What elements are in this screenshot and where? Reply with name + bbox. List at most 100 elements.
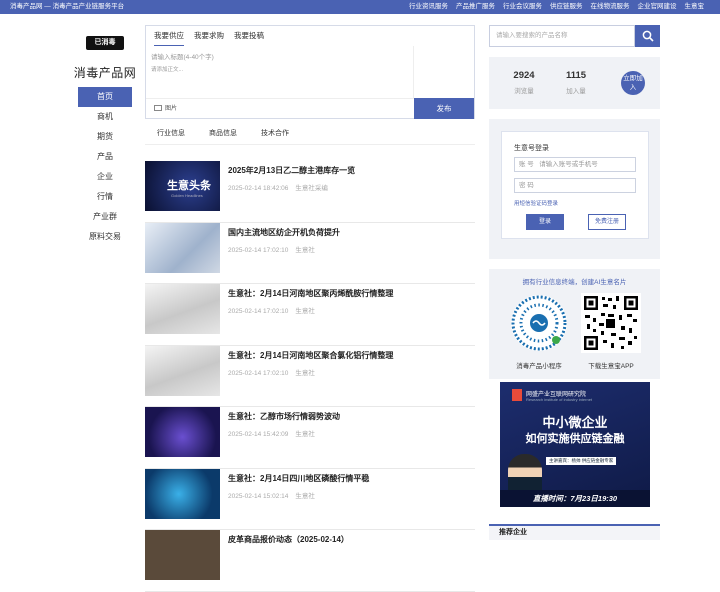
right-column: 请输入要搜索的产品名称 2924 浏览量 1115 加入量 立即加入 生意号登录 账…: [489, 25, 660, 379]
search-button[interactable]: [635, 25, 660, 47]
list-item[interactable]: 生意社：乙醇市场行情弱势波动 2025-02-14 15:42:09 生意社: [145, 407, 475, 469]
nav-item[interactable]: 行情: [70, 187, 140, 207]
miniprogram-qr-icon: [511, 295, 567, 351]
sidebar: 已消毒 消毒产品网 首页 商机 期货 产品 企业 行情 产业群 原料交易: [70, 26, 140, 247]
register-button[interactable]: 免费注册: [588, 214, 626, 230]
recommend-header: 推荐企业: [489, 524, 660, 540]
account-field[interactable]: 账 号 请输入账号或手机号: [514, 157, 636, 172]
login-panel: 生意号登录 账 号 请输入账号或手机号 密 码 用短信验证码登录 登录 免费注册: [489, 119, 660, 259]
qr-panel: 拥有行业信息终端，创建AI生意名片 消毒产品小程序 下载生意宝APP: [489, 269, 660, 379]
top-link[interactable]: 生意宝: [685, 0, 705, 14]
post-tabs: 我要供应 我要求购 我要投稿: [146, 26, 474, 46]
org-logo-icon: [512, 389, 522, 401]
news-meta: 2025-02-14 18:42:06 生意社采编: [228, 185, 328, 192]
login-button[interactable]: 登录: [526, 214, 564, 230]
search-bar: 请输入要搜索的产品名称: [489, 25, 660, 47]
top-bar: 消毒产品网 — 消毒产品产业链服务平台 行业资讯服务 产品推广服务 行业会议服务…: [0, 0, 720, 14]
top-link[interactable]: 行业会议服务: [503, 0, 542, 14]
news-title[interactable]: 生意社：2月14日四川地区磷酸行情平稳: [228, 473, 369, 484]
qr-title[interactable]: 拥有行业信息终端，创建AI生意名片: [489, 276, 660, 286]
news-thumbnail[interactable]: [145, 530, 220, 580]
tab-industry[interactable]: 行业信息: [157, 123, 185, 144]
tab-submit[interactable]: 我要投稿: [234, 26, 264, 46]
tab-tech[interactable]: 技术合作: [261, 123, 289, 144]
news-thumbnail[interactable]: 生意头条 Golden Headlines: [145, 161, 220, 211]
login-title: 生意号登录: [514, 145, 549, 152]
main-nav: 首页 商机 期货 产品 企业 行情 产业群 原料交易: [70, 87, 140, 247]
nav-item[interactable]: 产业群: [70, 207, 140, 227]
join-button[interactable]: 立即加入: [621, 71, 645, 95]
news-meta: 2025-02-14 17:02:10 生意社: [228, 369, 315, 377]
search-icon: [642, 30, 654, 42]
news-thumbnail[interactable]: [145, 468, 220, 519]
news-title[interactable]: 国内主流地区纺企开机负荷提升: [228, 227, 340, 238]
news-thumbnail[interactable]: [145, 407, 220, 457]
list-item[interactable]: 生意社：2月14日四川地区磷酸行情平稳 2025-02-14 15:02:14 生…: [145, 468, 475, 530]
site-tagline: 消毒产品网 — 消毒产品产业链服务平台: [10, 3, 125, 10]
banner-org-en: Research institute of industry internet: [526, 397, 593, 402]
post-textarea[interactable]: 请输入标题(4-40个字) 请添加正文...: [146, 46, 414, 98]
site-name: 消毒产品网: [73, 66, 137, 80]
joins-stat: 1115 加入量: [565, 70, 587, 95]
nav-item[interactable]: 企业: [70, 167, 140, 187]
nav-item[interactable]: 产品: [70, 147, 140, 167]
image-icon: [154, 105, 162, 112]
banner-line2: 如何实施供应链金融: [525, 433, 625, 445]
news-title[interactable]: 生意社：2月14日河南地区聚合氯化铝行情整理: [228, 350, 393, 361]
news-tabs: 行业信息 商品信息 技术合作: [145, 123, 475, 145]
news-title[interactable]: 生意社：2月14日河南地区聚丙烯酰胺行情整理: [228, 288, 393, 299]
news-meta: 2025-02-14 15:02:14 生意社: [228, 492, 315, 500]
nav-item[interactable]: 期货: [70, 127, 140, 147]
app-caption: 下载生意宝APP: [588, 363, 634, 370]
image-upload[interactable]: 图片: [146, 98, 414, 119]
app-qr-icon: [581, 293, 641, 353]
nav-item[interactable]: 商机: [70, 107, 140, 127]
news-meta: 2025-02-14 15:42:09 生意社: [228, 431, 315, 438]
top-link[interactable]: 在线物流服务: [591, 0, 630, 14]
tab-supply[interactable]: 我要供应: [154, 26, 184, 46]
list-item[interactable]: 国内主流地区纺企开机负荷提升 2025-02-14 17:02:10 生意社: [145, 222, 475, 284]
body-placeholder: 请添加正文...: [151, 67, 184, 73]
news-title[interactable]: 生意社：乙醇市场行情弱势波动: [228, 411, 340, 422]
views-stat: 2924 浏览量: [513, 70, 535, 95]
list-item[interactable]: 生意社：2月14日河南地区聚丙烯酰胺行情整理 2025-02-14 17:02:…: [145, 284, 475, 346]
tab-goods[interactable]: 商品信息: [209, 123, 237, 144]
list-item[interactable]: 生意社：2月14日河南地区聚合氯化铝行情整理 2025-02-14 17:02:…: [145, 345, 475, 407]
news-list: 生意头条 Golden Headlines 2025年2月13日乙二醇主港库存一…: [145, 161, 475, 592]
password-field[interactable]: 密 码: [514, 178, 636, 193]
news-thumbnail[interactable]: [145, 284, 220, 334]
live-banner[interactable]: 网盛产业互联网研究院 Research institute of industr…: [500, 382, 650, 507]
top-link[interactable]: 供应链服务: [550, 0, 583, 14]
top-link[interactable]: 产品推广服务: [456, 0, 495, 14]
top-link[interactable]: 企业官网建设: [638, 0, 677, 14]
top-link[interactable]: 行业资讯服务: [409, 0, 448, 14]
miniprogram-caption: 消毒产品小程序: [516, 363, 562, 370]
banner-footer: 直播时间：7月23日19:30: [500, 490, 650, 507]
banner-line1: 中小微企业: [542, 415, 608, 430]
news-title[interactable]: 2025年2月13日乙二醇主港库存一览: [228, 165, 355, 176]
sms-login-link[interactable]: 用短信验证码登录: [514, 199, 558, 207]
news-thumbnail[interactable]: [145, 222, 220, 273]
site-logo[interactable]: 已消毒: [86, 36, 124, 50]
news-thumbnail[interactable]: [145, 345, 220, 396]
banner-speaker: 主讲嘉宾：杨帅 供应链金融专家: [546, 457, 617, 465]
login-form: 生意号登录 账 号 请输入账号或手机号 密 码 用短信验证码登录 登录 免费注册: [501, 131, 649, 239]
speaker-avatar: [508, 454, 542, 492]
post-box: 我要供应 我要求购 我要投稿 请输入标题(4-40个字) 请添加正文... 图片…: [145, 25, 475, 119]
image-label: 图片: [165, 106, 178, 112]
list-item[interactable]: 皮革商品报价动态（2025-02-14）: [145, 530, 475, 592]
thumb-subtitle: Golden Headlines: [171, 193, 203, 198]
nav-item-home[interactable]: 首页: [78, 87, 132, 107]
main-column: 我要供应 我要求购 我要投稿 请输入标题(4-40个字) 请添加正文... 图片…: [145, 25, 475, 592]
stats-panel: 2924 浏览量 1115 加入量 立即加入: [489, 57, 660, 109]
tab-demand[interactable]: 我要求购: [194, 26, 224, 46]
thumb-title: 生意头条: [167, 180, 211, 192]
list-item[interactable]: 生意头条 Golden Headlines 2025年2月13日乙二醇主港库存一…: [145, 161, 475, 223]
news-meta: 2025-02-14 17:02:10 生意社: [228, 246, 315, 254]
news-meta: 2025-02-14 17:02:10 生意社: [228, 308, 315, 315]
top-links: 行业资讯服务 产品推广服务 行业会议服务 供应链服务 在线物流服务 企业官网建设…: [409, 0, 704, 14]
search-input[interactable]: 请输入要搜索的产品名称: [489, 25, 635, 47]
nav-item[interactable]: 原料交易: [70, 227, 140, 247]
title-placeholder: 请输入标题(4-40个字): [151, 54, 214, 61]
publish-button[interactable]: 发布: [414, 98, 474, 119]
